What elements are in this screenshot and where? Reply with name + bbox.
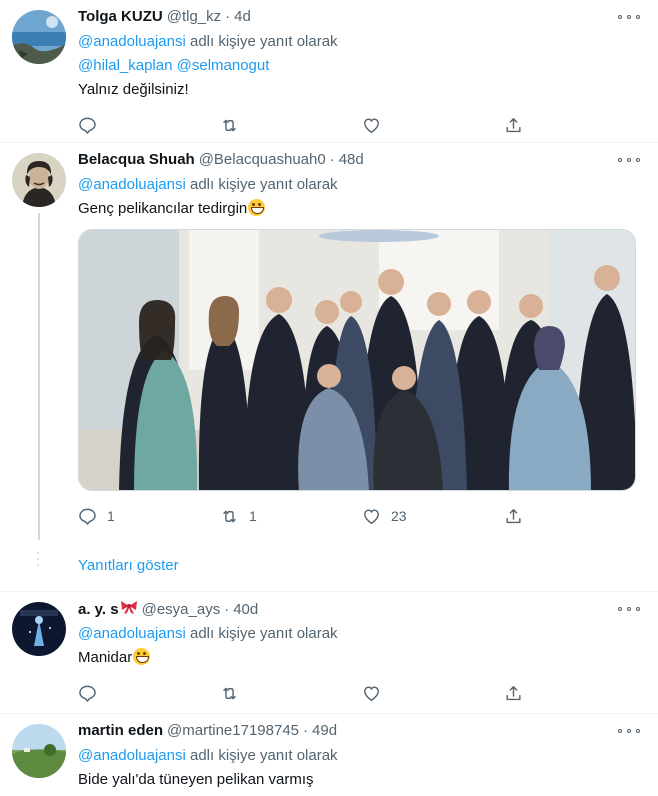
- user-handle[interactable]: @esya_ays: [142, 601, 221, 618]
- like-button[interactable]: 23: [362, 507, 504, 526]
- mention-link[interactable]: @anadoluajansi: [78, 747, 186, 764]
- display-name[interactable]: Tolga KUZU: [78, 8, 163, 25]
- separator-dot: ·: [303, 722, 309, 739]
- tweet-time[interactable]: 48d: [339, 151, 364, 168]
- like-button[interactable]: [362, 684, 504, 703]
- avatar[interactable]: [12, 602, 66, 656]
- reply-button[interactable]: [78, 684, 220, 703]
- share-button[interactable]: [504, 116, 646, 135]
- tweet-time[interactable]: 4d: [234, 8, 251, 25]
- replying-to: @anadoluajansi adlı kişiye yanıt olarak: [78, 30, 646, 54]
- share-button[interactable]: [504, 684, 646, 703]
- reply-button[interactable]: 1: [78, 507, 220, 526]
- reply-timeline: Tolga KUZU @tlg_kz · 4d @anadoluajansi a…: [0, 0, 658, 796]
- group-photo-image: [79, 230, 635, 490]
- heart-icon: [364, 685, 379, 701]
- avatar[interactable]: [12, 10, 66, 64]
- tweet-belacqua-shuah[interactable]: Belacqua Shuah @Belacquashuah0 · 48d @an…: [0, 143, 658, 540]
- tweet-time[interactable]: 49d: [312, 722, 337, 739]
- retweet-button[interactable]: [220, 684, 362, 703]
- reply-icon: [79, 685, 96, 702]
- grinning-emoji: [248, 199, 266, 216]
- tweet-actions: [78, 108, 646, 142]
- share-icon: [506, 117, 521, 132]
- separator-dot: ·: [329, 151, 335, 168]
- avatar[interactable]: [12, 724, 66, 778]
- more-icon[interactable]: [618, 155, 640, 165]
- replying-to-label: adlı kişiye yanıt olarak: [189, 33, 338, 50]
- more-icon[interactable]: [618, 604, 640, 614]
- tweet-actions: [78, 676, 646, 710]
- like-button[interactable]: [362, 116, 504, 135]
- reply-icon: [79, 508, 96, 525]
- replying-to: @anadoluajansi adlı kişiye yanıt olarak: [78, 173, 646, 197]
- thread-line: [38, 213, 40, 540]
- retweet-icon: [223, 510, 236, 522]
- mention-links[interactable]: @hilal_kaplan @selmanogut: [78, 57, 269, 74]
- retweet-count: 1: [249, 508, 257, 524]
- replying-to-label: adlı kişiye yanıt olarak: [189, 625, 338, 642]
- separator-dot: ·: [225, 8, 231, 25]
- ribbon-emoji: [120, 601, 137, 614]
- more-icon[interactable]: [618, 726, 640, 736]
- avatar[interactable]: [12, 153, 66, 207]
- tweet-tolga-kuzu[interactable]: Tolga KUZU @tlg_kz · 4d @anadoluajansi a…: [0, 0, 658, 143]
- tweet-a-y-s[interactable]: a. y. s @esya_ays · 40d @anadoluajansi a…: [0, 592, 658, 714]
- tweet-text: Manidar: [78, 649, 133, 666]
- user-handle[interactable]: @tlg_kz: [167, 8, 221, 25]
- share-button[interactable]: [504, 507, 646, 526]
- show-replies-link[interactable]: Yanıtları göster: [78, 557, 179, 574]
- heart-icon: [364, 117, 379, 133]
- display-name[interactable]: martin eden: [78, 722, 163, 739]
- replying-to: @anadoluajansi adlı kişiye yanıt olarak: [78, 744, 646, 768]
- retweet-button[interactable]: 1: [220, 507, 362, 526]
- tweet-text: Yalnız değilsiniz!: [78, 81, 189, 98]
- separator-dot: ·: [224, 601, 230, 618]
- mention-link[interactable]: @anadoluajansi: [78, 625, 186, 642]
- share-icon: [506, 508, 521, 523]
- reply-icon: [79, 117, 96, 134]
- retweet-icon: [223, 687, 236, 699]
- like-count: 23: [391, 508, 407, 524]
- mention-link[interactable]: @anadoluajansi: [78, 176, 186, 193]
- heart-icon: [364, 508, 379, 524]
- tweet-martin-eden[interactable]: martin eden @martine17198745 · 49d @anad…: [0, 714, 658, 796]
- mention-link[interactable]: @anadoluajansi: [78, 33, 186, 50]
- user-handle[interactable]: @Belacquashuah0: [199, 151, 326, 168]
- share-icon: [506, 685, 521, 700]
- thread-dots: [37, 552, 39, 566]
- replying-to: @anadoluajansi adlı kişiye yanıt olarak: [78, 622, 646, 646]
- reply-button[interactable]: [78, 116, 220, 135]
- tweet-actions: 1 1 23: [78, 499, 646, 533]
- more-icon[interactable]: [618, 12, 640, 22]
- grinning-emoji: [133, 648, 151, 665]
- retweet-icon: [223, 119, 236, 131]
- replying-to-label: adlı kişiye yanıt olarak: [189, 176, 338, 193]
- display-name[interactable]: Belacqua Shuah: [78, 151, 195, 168]
- user-handle[interactable]: @martine17198745: [167, 722, 299, 739]
- retweet-button[interactable]: [220, 116, 362, 135]
- tweet-time[interactable]: 40d: [233, 601, 258, 618]
- tweet-text: Bide yalı'da tüneyen pelikan varmış: [78, 771, 314, 788]
- replying-to-label: adlı kişiye yanıt olarak: [189, 747, 338, 764]
- display-name[interactable]: a. y. s: [78, 601, 119, 618]
- tweet-photo[interactable]: [78, 229, 636, 491]
- reply-count: 1: [107, 508, 115, 524]
- tweet-text: Genç pelikancılar tedirgin: [78, 200, 248, 217]
- show-replies-row[interactable]: Yanıtları göster: [0, 540, 658, 592]
